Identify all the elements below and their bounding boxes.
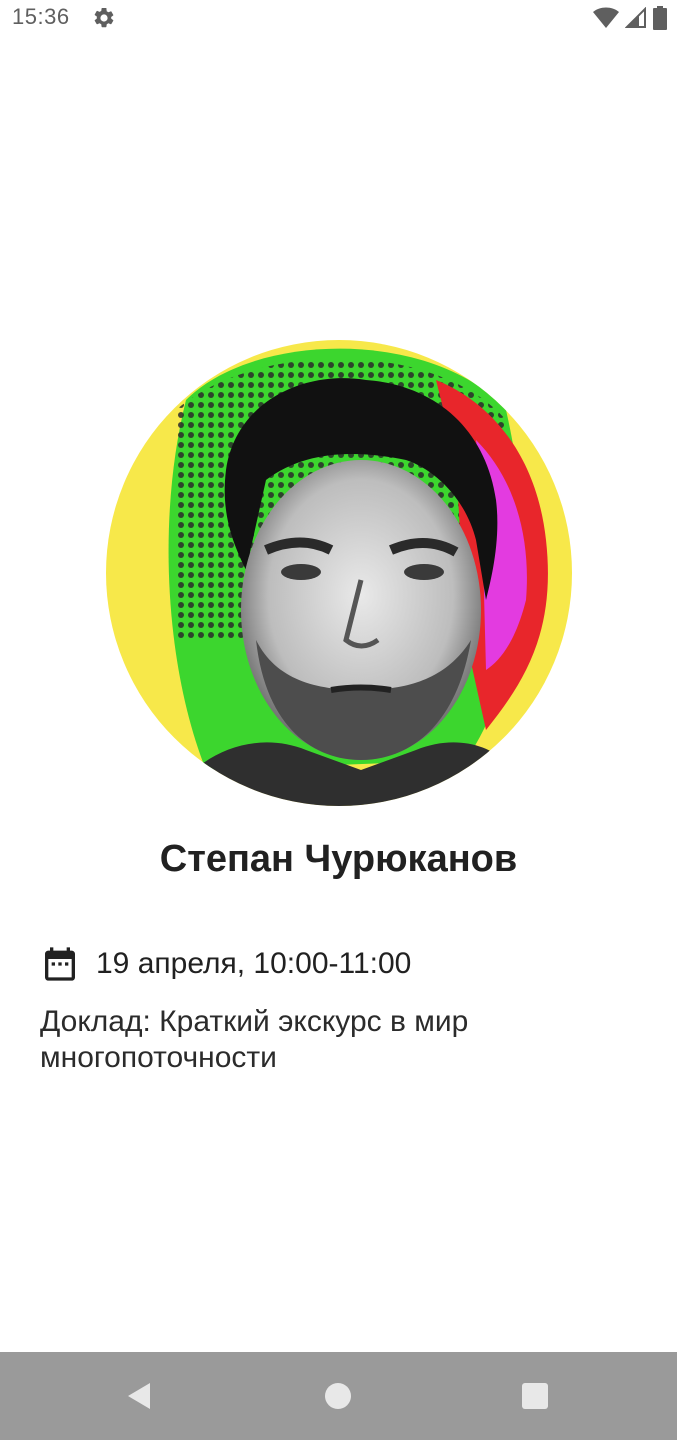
battery-icon	[653, 6, 667, 30]
wifi-icon	[593, 7, 619, 28]
signal-icon	[625, 7, 646, 28]
session-date-row: 19 апреля, 10:00-11:00	[40, 944, 411, 984]
talk-title: Доклад: Краткий экскурс в мир многопоточ…	[40, 1005, 469, 1074]
navigation-bar	[0, 1352, 677, 1440]
back-icon[interactable]	[124, 1380, 156, 1412]
speaker-photo	[106, 340, 572, 806]
calendar-icon	[45, 947, 75, 981]
recents-icon[interactable]	[519, 1380, 551, 1412]
status-time: 15:36	[12, 4, 70, 29]
gear-icon	[94, 7, 114, 28]
home-icon[interactable]	[322, 1380, 354, 1412]
status-icons	[593, 6, 667, 30]
speaker-name: Степан Чурюканов	[159, 838, 518, 880]
status-bar: 15:36	[0, 0, 677, 36]
session-date-time: 19 апреля, 10:00-11:00	[96, 947, 412, 980]
